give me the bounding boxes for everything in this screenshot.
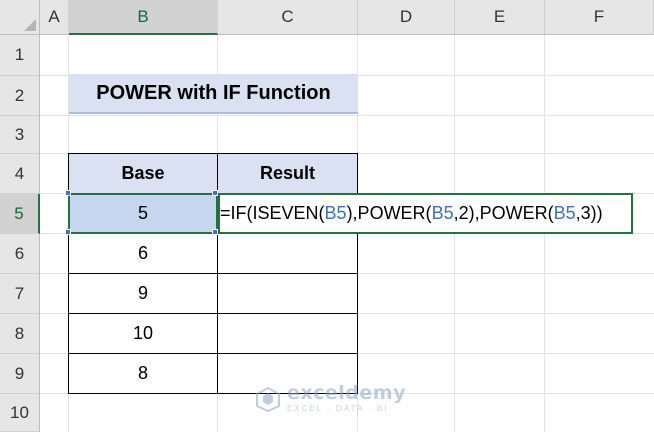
formula-cell-reference: B5 (553, 203, 576, 223)
sheet-title-cell[interactable]: POWER with IF Function (69, 74, 358, 114)
formula-cell-reference: B5 (431, 203, 454, 223)
base-cell-b8[interactable]: 10 (68, 313, 218, 354)
select-all-triangle-icon (24, 19, 36, 31)
row-header-9[interactable]: 9 (0, 354, 40, 394)
result-cell-c6[interactable] (217, 233, 358, 274)
column-header-f[interactable]: F (545, 0, 654, 35)
exceldemy-logo-icon (255, 386, 281, 412)
watermark-tagline: EXCEL · DATA · BI (287, 404, 389, 413)
row-header-5[interactable]: 5 (0, 194, 40, 234)
row-header-1[interactable]: 1 (0, 35, 40, 76)
base-cell-b6[interactable]: 6 (68, 233, 218, 274)
exceldemy-watermark: exceldemy EXCEL · DATA · BI (255, 384, 406, 413)
row-header-10[interactable]: 10 (0, 394, 40, 432)
formula-part: =IF(ISEVEN( (220, 203, 325, 223)
result-cell-c8[interactable] (217, 313, 358, 354)
row-header-8[interactable]: 8 (0, 314, 40, 354)
column-header-c[interactable]: C (218, 0, 358, 35)
resize-handle[interactable] (65, 190, 71, 196)
result-cell-c7[interactable] (217, 273, 358, 314)
column-header-b[interactable]: B (69, 0, 218, 35)
gridline (40, 115, 654, 116)
formula-part: ,2),POWER( (453, 203, 554, 223)
watermark-name: exceldemy (287, 382, 406, 404)
row-header-7[interactable]: 7 (0, 274, 40, 314)
table-header-base[interactable]: Base (68, 153, 218, 194)
column-header-d[interactable]: D (358, 0, 455, 35)
column-header-e[interactable]: E (455, 0, 545, 35)
formula-edit-cell-c5[interactable]: =IF(ISEVEN(B5),POWER(B5,2),POWER(B5,3)) (218, 193, 633, 234)
row-header-2[interactable]: 2 (0, 76, 40, 116)
row-header-6[interactable]: 6 (0, 234, 40, 274)
table-header-result[interactable]: Result (217, 153, 358, 194)
base-cell-b7[interactable]: 9 (68, 273, 218, 314)
column-header-a[interactable]: A (40, 0, 69, 35)
formula-cell-reference: B5 (324, 203, 347, 223)
row-header-3[interactable]: 3 (0, 116, 40, 154)
base-cell-b9[interactable]: 8 (68, 353, 218, 394)
select-all-button[interactable] (0, 0, 40, 35)
spreadsheet: A B C D E F 1 2 3 4 5 6 7 8 9 10 POWER w… (0, 0, 654, 432)
base-cell-b5[interactable]: 5 (68, 193, 218, 234)
row-header-4[interactable]: 4 (0, 154, 40, 194)
formula-part: ),POWER( (346, 203, 432, 223)
resize-handle[interactable] (65, 229, 71, 235)
formula-part: ,3)) (575, 203, 603, 223)
